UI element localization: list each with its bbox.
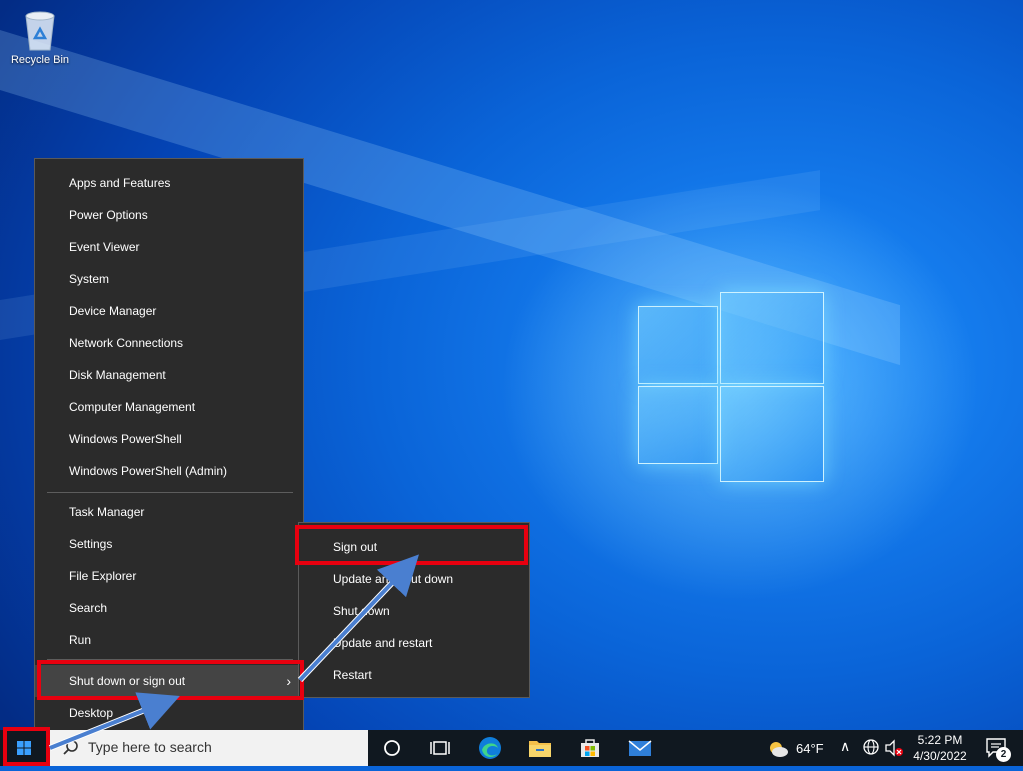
store-icon: [581, 739, 599, 757]
menu-item-disk-management[interactable]: Disk Management: [35, 359, 303, 391]
clock-date: 4/30/2022: [913, 749, 967, 763]
search-icon: [63, 740, 78, 755]
recycle-bin-icon: [25, 11, 55, 51]
menu-item-system[interactable]: System: [35, 263, 303, 295]
menu-item-settings[interactable]: Settings: [35, 528, 303, 560]
menu-item-powershell-admin[interactable]: Windows PowerShell (Admin): [35, 455, 303, 487]
clock-time: 5:22 PM: [917, 733, 963, 747]
menu-item-shutdown-label: Shut down or sign out: [69, 674, 186, 688]
menu-item-computer-management[interactable]: Computer Management: [35, 391, 303, 423]
clock[interactable]: 5:22 PM 4/30/2022: [904, 732, 976, 764]
menu-item-search[interactable]: Search: [35, 592, 303, 624]
menu-item-event-viewer[interactable]: Event Viewer: [35, 231, 303, 263]
taskbar-search-box[interactable]: Type here to search: [48, 730, 368, 766]
windows-start-icon: [17, 741, 31, 755]
submenu-item-restart[interactable]: Restart: [299, 659, 529, 691]
menu-item-run[interactable]: Run: [35, 624, 303, 656]
menu-item-shutdown-signout[interactable]: Shut down or sign out ›: [35, 665, 303, 697]
submenu-item-shutdown[interactable]: Shut down: [299, 595, 529, 627]
menu-separator: [47, 492, 293, 493]
recycle-bin-label: Recycle Bin: [10, 54, 70, 66]
shutdown-submenu: Sign out Update and shut down Shut down …: [298, 522, 530, 698]
start-button[interactable]: [0, 730, 48, 766]
menu-item-desktop[interactable]: Desktop: [35, 697, 303, 729]
edge-icon: [479, 737, 501, 759]
edge-button[interactable]: [466, 730, 514, 766]
menu-item-apps-features[interactable]: Apps and Features: [35, 167, 303, 199]
weather-widget[interactable]: 64°F: [764, 730, 830, 766]
cortana-button[interactable]: [368, 730, 416, 766]
file-explorer-button[interactable]: [516, 730, 564, 766]
chevron-right-icon: ›: [286, 673, 291, 689]
recycle-bin[interactable]: Recycle Bin: [4, 8, 76, 66]
notification-center-button[interactable]: 2: [980, 730, 1023, 766]
weather-partly-cloudy-icon: [770, 742, 788, 757]
menu-item-device-manager[interactable]: Device Manager: [35, 295, 303, 327]
menu-separator: [47, 659, 293, 660]
menu-item-powershell[interactable]: Windows PowerShell: [35, 423, 303, 455]
menu-item-task-manager[interactable]: Task Manager: [35, 496, 303, 528]
windows-logo-wallpaper: [636, 290, 824, 482]
taskbar: Type here to search 64°F ∧ 5:22 PM 4/30/…: [0, 730, 1023, 766]
chevron-up-icon[interactable]: ∧: [840, 738, 850, 755]
submenu-item-sign-out[interactable]: Sign out: [299, 531, 529, 563]
store-button[interactable]: [566, 730, 614, 766]
weather-temperature: 64°F: [796, 741, 824, 756]
speaker-muted-icon[interactable]: [884, 738, 904, 758]
cortana-icon: [384, 740, 400, 756]
search-placeholder: Type here to search: [88, 739, 212, 755]
network-globe-icon[interactable]: [862, 738, 882, 758]
submenu-item-update-shutdown[interactable]: Update and shut down: [299, 563, 529, 595]
notification-count-badge: 2: [996, 747, 1011, 762]
menu-item-file-explorer[interactable]: File Explorer: [35, 560, 303, 592]
mail-button[interactable]: [616, 730, 664, 766]
menu-item-network-connections[interactable]: Network Connections: [35, 327, 303, 359]
task-view-icon: [430, 741, 450, 755]
mail-icon: [628, 740, 652, 756]
task-view-button[interactable]: [416, 730, 464, 766]
submenu-item-update-restart[interactable]: Update and restart: [299, 627, 529, 659]
power-user-menu: Apps and Features Power Options Event Vi…: [34, 158, 304, 738]
file-explorer-icon: [529, 741, 551, 757]
menu-item-power-options[interactable]: Power Options: [35, 199, 303, 231]
